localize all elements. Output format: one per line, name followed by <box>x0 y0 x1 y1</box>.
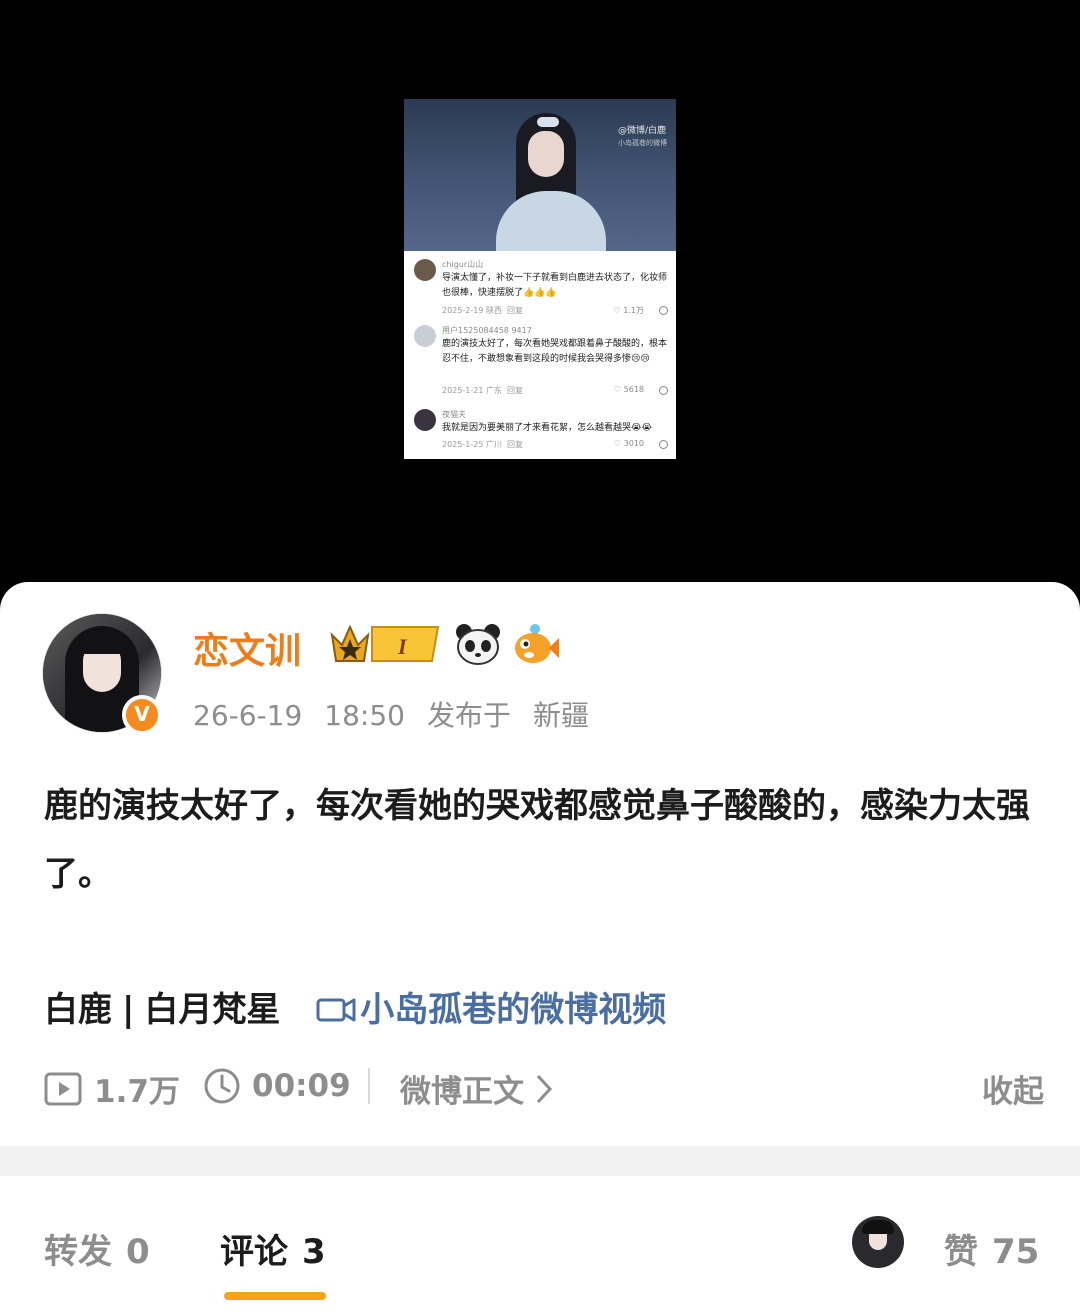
more-icon <box>659 306 668 315</box>
commenter-name: 夜猫夫 <box>442 410 466 419</box>
clock-icon <box>204 1068 240 1104</box>
video-source-link[interactable]: 小岛孤巷的微博视频 <box>316 990 666 1030</box>
interaction-tabs: 转发 0 评论 3 赞 75 <box>0 1202 1080 1312</box>
svg-text:I: I <box>397 634 408 659</box>
comment-text: 我就是因为要美丽了才来看花絮，怎么越看越哭😭😭 <box>442 423 653 433</box>
thumbnail-watermark: @微博/白鹿 小岛孤巷的微博 <box>618 126 667 147</box>
play-count-icon <box>44 1072 82 1105</box>
panda-badge-icon[interactable] <box>454 622 502 666</box>
topic-tag-bailu[interactable]: 白鹿 <box>44 990 112 1030</box>
commenter-name: 用户1525084458 9417 <box>442 326 532 335</box>
comment-meta: 2025-1-25 广川 回复 <box>442 440 524 449</box>
comment-like-count: ♡ 3010 <box>613 439 644 448</box>
thumbnail-drama-scene: @微博/白鹿 小岛孤巷的微博 <box>404 99 676 251</box>
post-date: 26-6-19 <box>193 699 303 732</box>
stats-divider <box>368 1068 370 1104</box>
post-tags: 白鹿 | 白月梵星 小岛孤巷的微博视频 <box>44 982 666 1031</box>
username[interactable]: 恋文训 <box>193 622 301 674</box>
video-thumbnail[interactable]: @微博/白鹿 小岛孤巷的微博 chigur山山 导演太懂了，补妆一下子就看到白鹿… <box>404 99 676 459</box>
tab-repost[interactable]: 转发 0 <box>44 1224 150 1273</box>
thumbnail-comment: chigur山山 导演太懂了，补妆一下子就看到白鹿进去状态了，化妆师也很棒，快速… <box>414 259 670 325</box>
liker-avatar[interactable] <box>852 1216 904 1268</box>
more-icon <box>659 440 668 449</box>
view-count: 1.7万 <box>44 1066 180 1111</box>
commenter-name: chigur山山 <box>442 260 484 269</box>
video-duration: 00:09 <box>202 1066 351 1106</box>
tab-likes[interactable]: 赞 75 <box>944 1224 1039 1273</box>
comment-like-count: ♡ 5618 <box>613 385 644 394</box>
published-label: 发布于 <box>426 699 511 732</box>
section-divider-band <box>0 1146 1080 1176</box>
active-tab-indicator <box>224 1292 326 1300</box>
topic-tag-drama[interactable]: 白月梵星 <box>144 990 280 1030</box>
comment-text: 鹿的演技太好了，每次看她哭戏都跟着鼻子酸酸的，根本忍不住，不敢想象看到这段的时候… <box>442 339 668 364</box>
weibo-text-link[interactable]: 微博正文 <box>400 1066 556 1111</box>
commenter-avatar <box>414 409 436 431</box>
comment-like-count: ♡ 1.1万 <box>613 306 644 315</box>
topic-separator: | <box>122 990 135 1030</box>
video-stats-bar: 1.7万 00:09 微博正文 收起 <box>44 1066 1044 1112</box>
post-time: 18:50 <box>324 699 405 732</box>
commenter-avatar <box>414 325 436 347</box>
goldfish-badge-icon[interactable] <box>511 622 559 666</box>
more-icon <box>659 386 668 395</box>
post-body-text: 鹿的演技太好了，每次看她的哭戏都感觉鼻子酸酸的，感染力太强了。 <box>44 786 1030 894</box>
chevron-right-icon <box>536 1074 553 1103</box>
verified-badge-icon: V <box>122 695 162 735</box>
post-card: V 恋文训 I 26-6-19 18:50 发布于 新疆 鹿的演技太好了，每次看她的哭… <box>0 582 1080 1316</box>
comment-meta: 2025-2-19 陕西 回复 <box>442 306 524 315</box>
thumbnail-comment: 用户1525084458 9417 鹿的演技太好了，每次看她哭戏都跟着鼻子酸酸的… <box>414 325 670 405</box>
video-camera-icon <box>316 998 356 1022</box>
vip-crown-badge-icon[interactable]: I <box>328 621 442 667</box>
commenter-avatar <box>414 259 436 281</box>
post-location: 新疆 <box>533 699 590 732</box>
tab-comments[interactable]: 评论 3 <box>220 1224 326 1273</box>
comment-text: 导演太懂了，补妆一下子就看到白鹿进去状态了，化妆师也很棒，快速摆脱了👍👍👍 <box>442 273 668 298</box>
post-meta: 26-6-19 18:50 发布于 新疆 <box>193 694 611 734</box>
video-player[interactable]: @微博/白鹿 小岛孤巷的微博 chigur山山 导演太懂了，补妆一下子就看到白鹿… <box>0 0 1080 600</box>
comment-meta: 2025-1-21 广东 回复 <box>442 386 524 395</box>
thumbnail-comment: 夜猫夫 我就是因为要美丽了才来看花絮，怎么越看越哭😭😭 2025-1-25 广川… <box>414 409 670 457</box>
collapse-button[interactable]: 收起 <box>982 1066 1044 1111</box>
